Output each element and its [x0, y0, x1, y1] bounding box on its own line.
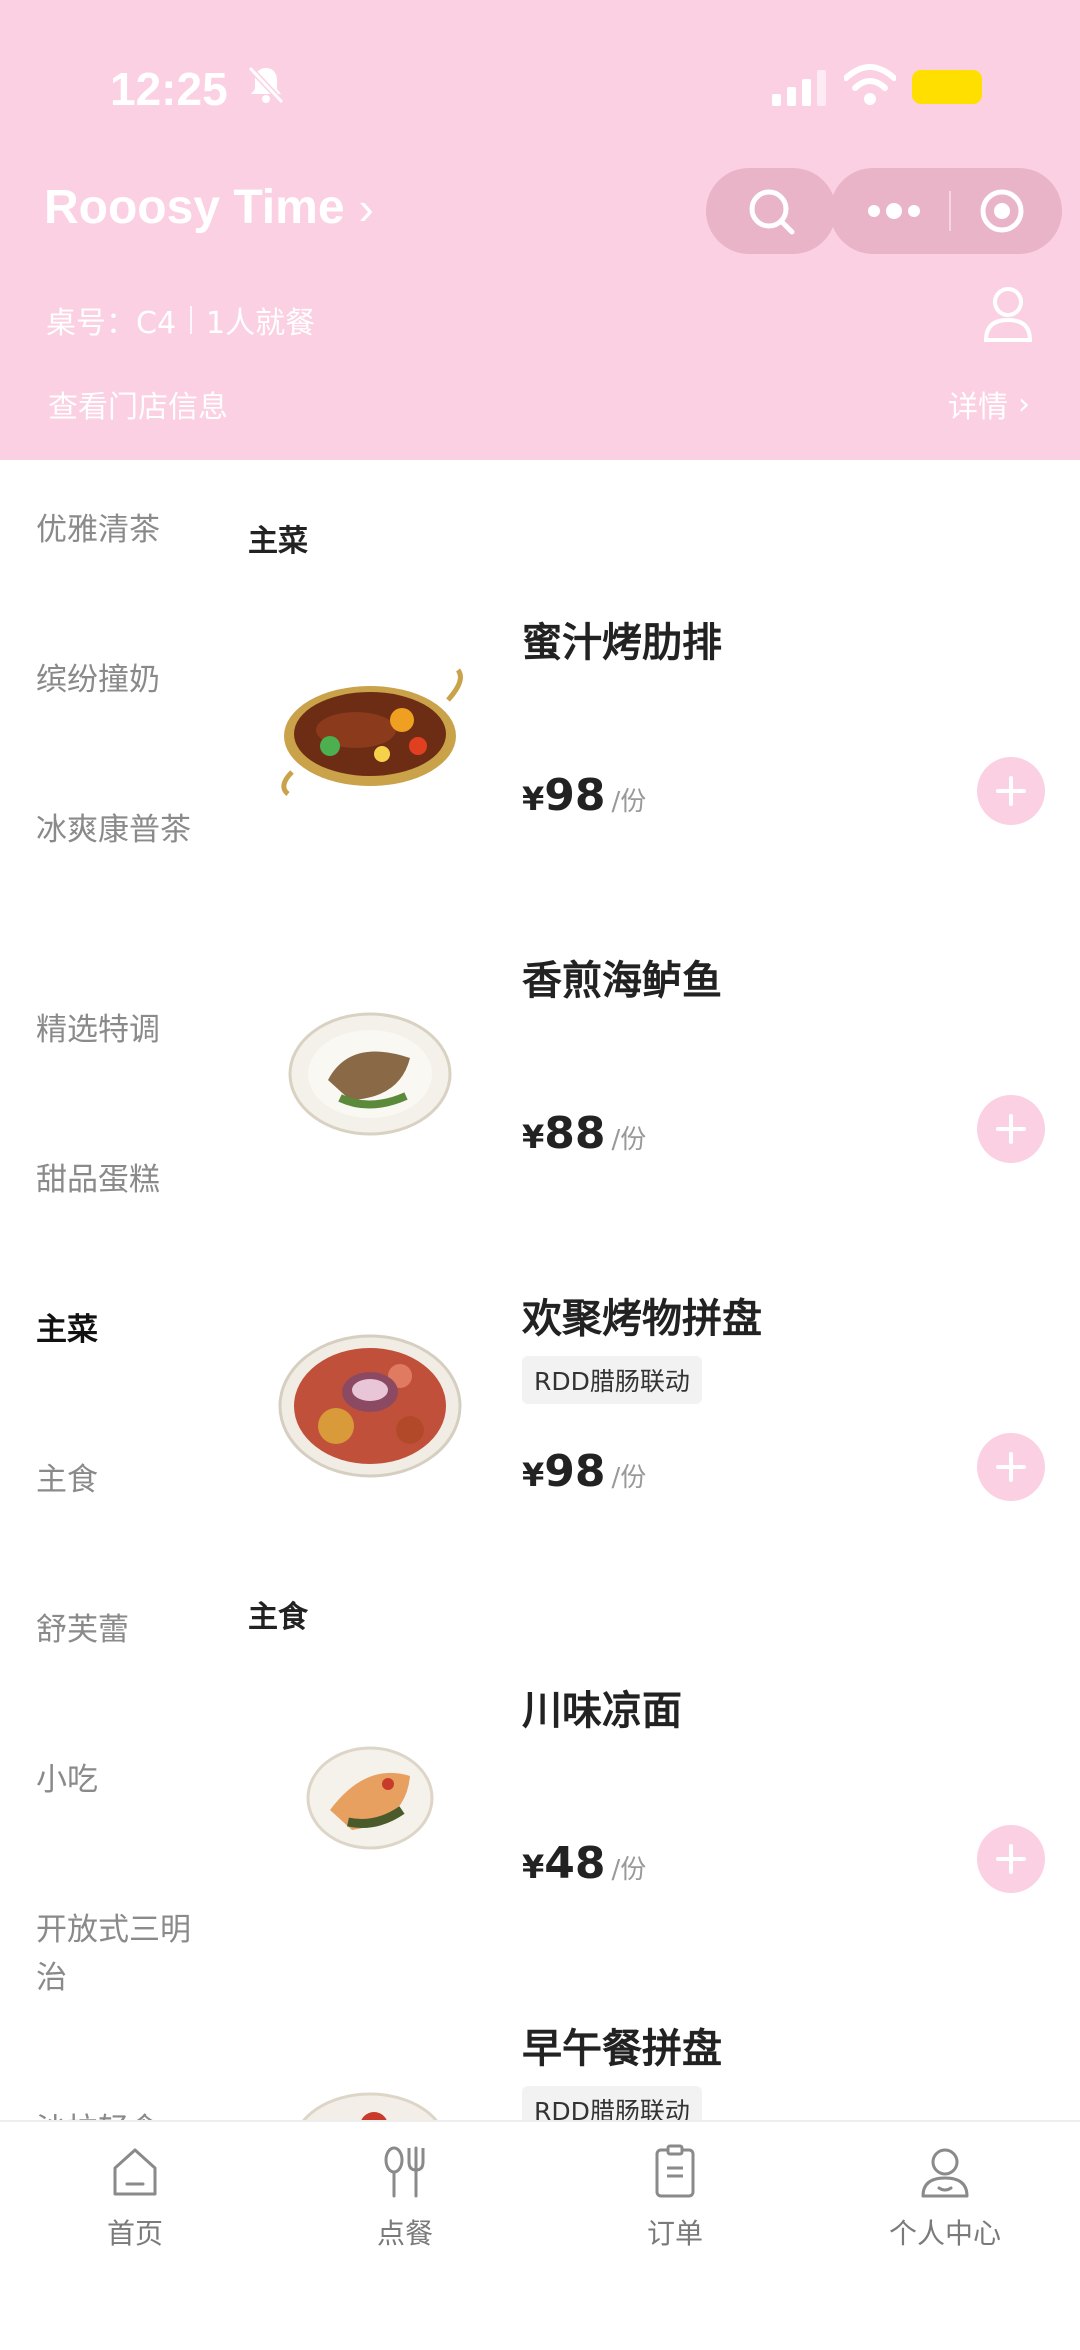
category-item[interactable]: 沙拉轻食	[36, 2106, 196, 2120]
category-item[interactable]: 主食	[36, 1456, 196, 1504]
dish-image	[281, 668, 463, 796]
price-amount: 88	[544, 1108, 606, 1159]
chevron-right-icon: ›	[1018, 386, 1030, 422]
add-to-cart-button[interactable]	[977, 1825, 1045, 1893]
dish-name: 欢聚烤物拼盘	[522, 1296, 762, 1342]
dish-image	[288, 1012, 452, 1136]
home-icon	[113, 2148, 157, 2196]
category-item[interactable]: 缤纷撞奶	[36, 656, 196, 704]
search-button[interactable]	[706, 168, 836, 254]
category-item[interactable]: 甜品蛋糕	[36, 1156, 196, 1204]
dish-name: 香煎海鲈鱼	[522, 958, 722, 1004]
more-icon[interactable]	[866, 201, 922, 221]
store-header: 12:25 Rooosy Time › 桌号：C4 1人就餐 查看门店信息 详情…	[0, 0, 1080, 460]
nav-label: 点餐	[376, 2217, 433, 2250]
capsule-divider	[949, 191, 951, 231]
dish-card[interactable]: 蜜汁烤肋排 ¥ 98 /份	[210, 610, 1080, 930]
dish-tag: RDD腊肠联动	[522, 1356, 702, 1404]
miniapp-capsule	[830, 168, 1062, 254]
dish-tag: RDD腊肠联动	[522, 2086, 702, 2120]
store-info-link[interactable]: 查看门店信息	[48, 382, 228, 426]
battery-icon	[912, 70, 982, 104]
nav-label: 订单	[646, 2217, 703, 2250]
wifi-icon	[844, 64, 896, 105]
shop-name: Rooosy Time	[44, 181, 345, 234]
price-amount: 98	[544, 770, 606, 821]
category-item[interactable]: 小吃	[36, 1756, 196, 1804]
dish-image	[278, 1334, 462, 1478]
plus-icon	[996, 1452, 1026, 1482]
price-unit: /份	[611, 1125, 647, 1155]
plus-icon	[996, 776, 1026, 806]
dish-price: ¥ 98 /份	[522, 770, 646, 821]
price-unit: /份	[611, 787, 647, 817]
dish-image	[302, 2092, 438, 2120]
plus-icon	[996, 1844, 1026, 1874]
menu-list: 主菜 蜜汁烤肋排 ¥ 98 /份 香煎海鲈鱼 ¥ 88 /份 欢聚烤物拼盘 RD…	[210, 460, 1080, 2120]
category-sidebar: 优雅清茶 缤纷撞奶 冰爽康普茶 精选特调 甜品蛋糕 主菜 主食 舒芙蕾 小吃 开…	[0, 460, 210, 2120]
category-item-active[interactable]: 主菜	[36, 1306, 196, 1354]
user-icon[interactable]	[982, 284, 1034, 344]
category-item[interactable]: 开放式三明治	[36, 1906, 196, 2002]
dish-price: ¥ 98 /份	[522, 1446, 646, 1497]
add-to-cart-button[interactable]	[977, 757, 1045, 825]
dish-image	[306, 1746, 434, 1850]
table-info-divider	[190, 306, 193, 334]
section-title: 主菜	[248, 524, 308, 559]
detail-link[interactable]: 详情 ›	[948, 382, 1030, 426]
nav-item-home[interactable]: 首页	[35, 2142, 235, 2252]
mute-bell-icon	[247, 65, 285, 105]
dish-price: ¥ 48 /份	[522, 1838, 646, 1889]
category-item[interactable]: 优雅清茶	[36, 506, 196, 554]
currency-symbol: ¥	[522, 1118, 545, 1156]
close-miniapp-icon[interactable]	[978, 187, 1026, 235]
dish-card[interactable]: 川味凉面 ¥ 48 /份	[210, 1678, 1080, 1998]
nav-item-orders[interactable]: 订单	[575, 2142, 775, 2252]
category-item[interactable]: 舒芙蕾	[36, 1606, 196, 1654]
price-unit: /份	[611, 1463, 647, 1493]
profile-icon	[921, 2148, 969, 2198]
currency-symbol: ¥	[522, 780, 545, 818]
nav-item-order-food[interactable]: 点餐	[305, 2142, 505, 2252]
diner-count: 1人就餐	[206, 306, 316, 341]
dish-card[interactable]: 欢聚烤物拼盘 RDD腊肠联动 ¥ 98 /份	[210, 1286, 1080, 1606]
shop-name-link[interactable]: Rooosy Time ›	[44, 180, 374, 235]
add-to-cart-button[interactable]	[977, 1095, 1045, 1163]
status-time: 12:25	[110, 63, 228, 115]
dish-card[interactable]: 香煎海鲈鱼 ¥ 88 /份	[210, 948, 1080, 1268]
dish-price: ¥ 88 /份	[522, 1108, 646, 1159]
table-number: 桌号：C4	[46, 306, 177, 341]
table-info: 桌号：C4 1人就餐	[46, 298, 315, 342]
chevron-right-icon: ›	[358, 181, 374, 234]
plus-icon	[996, 1114, 1026, 1144]
category-item[interactable]: 冰爽康普茶	[36, 806, 196, 854]
dish-name: 川味凉面	[522, 1688, 682, 1734]
currency-symbol: ¥	[522, 1848, 545, 1886]
price-unit: /份	[611, 1855, 647, 1885]
add-to-cart-button[interactable]	[977, 1433, 1045, 1501]
price-amount: 98	[544, 1446, 606, 1497]
search-icon	[749, 189, 795, 235]
dish-card[interactable]: 早午餐拼盘 RDD腊肠联动	[210, 2016, 1080, 2120]
bottom-nav: 首页 点餐 订单 个人中心	[0, 2120, 1080, 2350]
cutlery-icon	[384, 2146, 425, 2198]
dish-name: 早午餐拼盘	[522, 2026, 722, 2072]
nav-label: 首页	[106, 2217, 163, 2250]
currency-symbol: ¥	[522, 1456, 545, 1494]
section-title: 主食	[248, 1600, 308, 1635]
signal-icon	[772, 70, 826, 106]
nav-item-profile[interactable]: 个人中心	[845, 2142, 1045, 2252]
price-amount: 48	[544, 1838, 606, 1889]
detail-label: 详情	[948, 390, 1008, 425]
category-item[interactable]: 精选特调	[36, 1006, 196, 1054]
order-icon	[655, 2144, 695, 2198]
dish-name: 蜜汁烤肋排	[522, 620, 722, 666]
nav-label: 个人中心	[888, 2217, 1001, 2250]
